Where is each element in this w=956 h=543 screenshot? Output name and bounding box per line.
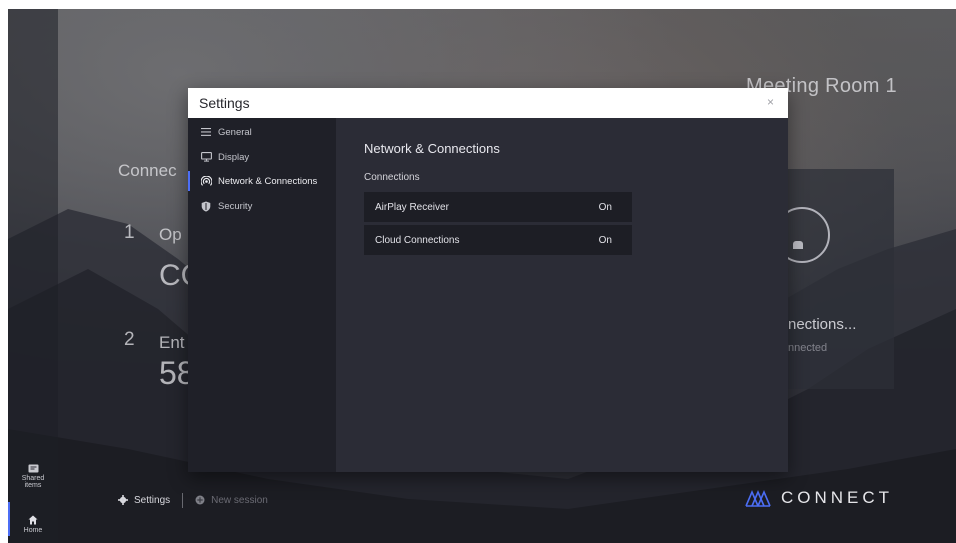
connections-person-mark xyxy=(793,241,803,249)
setting-row-cloud-connections[interactable]: Cloud Connections On xyxy=(364,225,632,255)
step-2-number: 2 xyxy=(124,329,135,350)
setting-row-airplay-receiver[interactable]: AirPlay Receiver On xyxy=(364,192,632,222)
connect-logo-icon xyxy=(745,489,771,507)
settings-nav: General Display Network & Connections Se… xyxy=(188,118,336,472)
section-label-connections: Connections xyxy=(364,172,420,183)
settings-button-label: Settings xyxy=(134,494,171,506)
rail-shared-label-1: Shared xyxy=(21,475,45,482)
monitor-icon xyxy=(200,151,212,163)
dialog-header: Settings × xyxy=(188,88,788,118)
nav-label-security: Security xyxy=(218,200,253,212)
plus-circle-icon xyxy=(195,495,205,505)
step-2-text: Ent xyxy=(159,333,185,352)
connect-heading: Connec xyxy=(118,161,177,180)
screen: Shared items Home Meeting Room 1 Connec … xyxy=(8,9,956,543)
settings-button[interactable]: Settings xyxy=(118,495,170,506)
brand-wordmark: CONNECT xyxy=(781,488,894,507)
new-session-button[interactable]: New session xyxy=(195,495,268,506)
nav-label-display: Display xyxy=(218,151,250,163)
nav-item-display[interactable]: Display xyxy=(188,146,336,168)
setting-value-cloud: On xyxy=(598,234,612,246)
broadcast-icon xyxy=(200,175,212,187)
home-icon xyxy=(28,515,38,525)
left-rail: Shared items Home xyxy=(8,9,58,543)
nav-item-network[interactable]: Network & Connections xyxy=(188,170,336,192)
close-icon[interactable]: × xyxy=(767,95,774,109)
nav-item-security[interactable]: Security xyxy=(188,195,336,217)
connections-card-title: nections... xyxy=(788,316,857,333)
bottom-bar: Settings New session xyxy=(118,491,268,509)
step-1-number: 1 xyxy=(124,222,135,243)
rail-home-label: Home xyxy=(23,527,43,534)
list-icon xyxy=(200,126,212,138)
brand-logo: CONNECT xyxy=(745,488,893,508)
setting-value-airplay: On xyxy=(598,201,612,213)
nav-label-general: General xyxy=(218,126,252,138)
nav-item-general[interactable]: General xyxy=(188,121,336,143)
setting-label-airplay: AirPlay Receiver xyxy=(375,201,449,213)
rail-shared-label-2: items xyxy=(24,482,42,489)
settings-dialog: Settings × General Display Network & Con… xyxy=(188,88,788,472)
step-1-text: Op xyxy=(159,225,182,244)
connections-card-subtitle: nnected xyxy=(788,342,828,354)
new-session-label: New session xyxy=(211,494,268,506)
content-title: Network & Connections xyxy=(364,141,500,156)
rail-home[interactable]: Home xyxy=(8,515,58,534)
shield-icon xyxy=(200,200,212,212)
bottom-bar-divider xyxy=(182,492,184,508)
setting-label-cloud: Cloud Connections xyxy=(375,234,460,246)
shared-items-icon xyxy=(28,464,38,473)
rail-shared-items[interactable]: Shared items xyxy=(8,463,58,489)
gear-icon xyxy=(118,495,128,505)
dialog-title: Settings xyxy=(199,95,250,111)
nav-label-network: Network & Connections xyxy=(218,175,318,187)
